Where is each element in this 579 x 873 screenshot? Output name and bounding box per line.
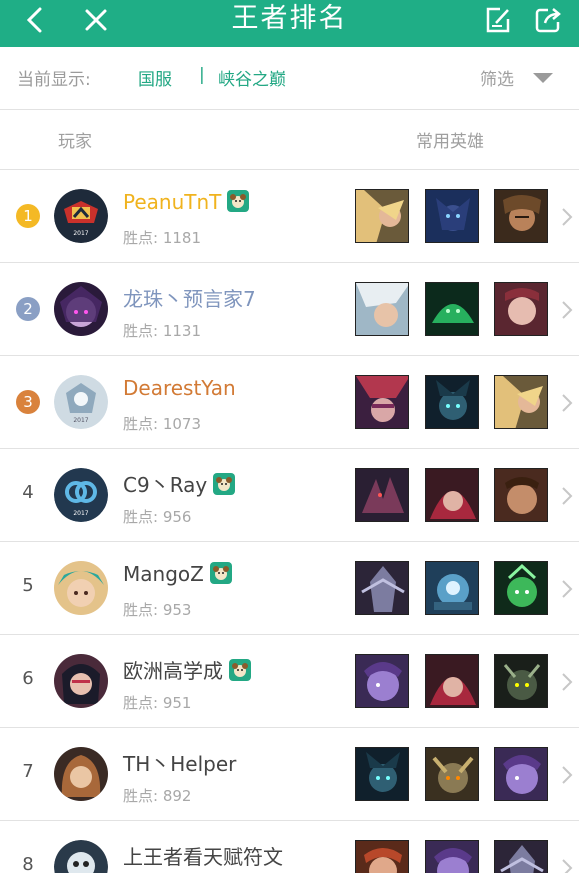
hero-portrait[interactable] xyxy=(425,468,479,522)
avatar: 2017 xyxy=(54,189,108,243)
hero-portrait[interactable] xyxy=(425,561,479,615)
hero-portrait[interactable] xyxy=(355,840,409,873)
column-headers: 玩家 常用英雄 xyxy=(0,110,579,170)
rank-number: 5 xyxy=(22,575,34,596)
rank-number: 8 xyxy=(22,854,34,873)
player-name[interactable]: C9丶Ray xyxy=(123,469,236,498)
win-points: 胜点: 956 xyxy=(123,508,192,526)
hero-portrait[interactable] xyxy=(425,189,479,243)
avatar: 2017 xyxy=(54,375,108,429)
hero-portrait[interactable] xyxy=(355,654,409,708)
hero-portrait[interactable] xyxy=(355,747,409,801)
hero-portrait[interactable] xyxy=(494,747,548,801)
svg-text:2017: 2017 xyxy=(73,230,88,237)
avatar xyxy=(54,840,108,873)
rank-number: 6 xyxy=(22,668,34,689)
rank-badge: 3 xyxy=(16,390,40,414)
svg-text:2017: 2017 xyxy=(73,417,88,424)
rank-badge: 1 xyxy=(16,204,40,228)
ranking-row[interactable]: 3 2017 DearestYan 胜点: 1073 xyxy=(0,356,579,449)
ranking-row[interactable]: 5 MangoZ 胜点: 953 xyxy=(0,542,579,635)
chevron-right-icon[interactable] xyxy=(561,858,573,873)
avatar: 2017 xyxy=(54,468,108,522)
heroes-column-header: 常用英雄 xyxy=(416,132,484,152)
hero-portrait[interactable] xyxy=(355,375,409,429)
ranking-row[interactable]: 4 2017 C9丶Ray 胜点: 956 xyxy=(0,449,579,542)
hero-portrait[interactable] xyxy=(355,282,409,336)
hero-portrait[interactable] xyxy=(494,375,548,429)
hero-portrait[interactable] xyxy=(425,654,479,708)
chevron-right-icon[interactable] xyxy=(561,300,573,320)
win-points: 胜点: 892 xyxy=(123,787,192,805)
share-button[interactable] xyxy=(528,0,568,40)
player-column-header: 玩家 xyxy=(58,132,92,152)
top-bar: 王者排名 xyxy=(0,0,579,47)
rank-number: 4 xyxy=(22,482,34,503)
pet-badge-icon xyxy=(229,659,251,681)
rank-badge: 2 xyxy=(16,297,40,321)
avatar xyxy=(54,747,108,801)
pet-badge-icon xyxy=(227,190,250,212)
svg-text:2017: 2017 xyxy=(73,510,88,517)
ranking-row[interactable]: 8 上王者看天赋符文 xyxy=(0,821,579,873)
player-name[interactable]: PeanuTnT xyxy=(123,190,250,214)
ranking-row[interactable]: 2 龙珠丶预言家7 胜点: 1131 xyxy=(0,263,579,356)
server-option[interactable]: 国服 xyxy=(138,65,172,90)
ranking-row[interactable]: 7 TH丶Helper 胜点: 892 xyxy=(0,728,579,821)
chevron-right-icon[interactable] xyxy=(561,207,573,227)
win-points: 胜点: 951 xyxy=(123,694,192,712)
edit-button[interactable] xyxy=(478,0,518,40)
filter-button[interactable]: 筛选 xyxy=(480,65,514,90)
player-name[interactable]: MangoZ xyxy=(123,562,232,586)
pet-badge-icon xyxy=(209,562,232,584)
hero-portrait[interactable] xyxy=(425,747,479,801)
hero-portrait[interactable] xyxy=(355,189,409,243)
hero-portrait[interactable] xyxy=(425,282,479,336)
filter-separator: | xyxy=(199,65,205,85)
win-points: 胜点: 1131 xyxy=(123,322,201,340)
ranking-row[interactable]: 6 欧洲高学成 胜点: 951 xyxy=(0,635,579,728)
pet-badge-icon xyxy=(213,473,236,495)
caret-down-icon[interactable] xyxy=(533,73,553,83)
hero-portrait[interactable] xyxy=(425,375,479,429)
win-points: 胜点: 953 xyxy=(123,601,192,619)
chevron-right-icon[interactable] xyxy=(561,486,573,506)
rank-number: 7 xyxy=(22,761,34,782)
avatar xyxy=(54,282,108,336)
win-points: 胜点: 1073 xyxy=(123,415,201,433)
player-name[interactable]: 上王者看天赋符文 xyxy=(123,841,283,870)
chevron-right-icon[interactable] xyxy=(561,765,573,785)
player-name[interactable]: 龙珠丶预言家7 xyxy=(123,283,256,312)
current-display-label: 当前显示: xyxy=(17,70,91,90)
hero-portrait[interactable] xyxy=(494,654,548,708)
avatar xyxy=(54,561,108,615)
chevron-right-icon[interactable] xyxy=(561,393,573,413)
hero-portrait[interactable] xyxy=(494,282,548,336)
filter-bar: 当前显示: 国服 | 峡谷之巅 筛选 xyxy=(0,47,579,110)
win-points: 胜点: 1181 xyxy=(123,229,201,247)
hero-portrait[interactable] xyxy=(355,561,409,615)
chevron-right-icon[interactable] xyxy=(561,579,573,599)
hero-portrait[interactable] xyxy=(494,468,548,522)
player-name[interactable]: DearestYan xyxy=(123,376,236,400)
map-option[interactable]: 峡谷之巅 xyxy=(218,65,286,90)
hero-portrait[interactable] xyxy=(355,468,409,522)
hero-portrait[interactable] xyxy=(494,840,548,873)
share-icon xyxy=(535,8,561,33)
edit-icon xyxy=(486,7,510,33)
chevron-right-icon[interactable] xyxy=(561,672,573,692)
player-name[interactable]: 欧洲高学成 xyxy=(123,655,251,684)
avatar xyxy=(54,654,108,708)
player-name[interactable]: TH丶Helper xyxy=(123,748,236,777)
hero-portrait[interactable] xyxy=(425,840,479,873)
hero-portrait[interactable] xyxy=(494,189,548,243)
hero-portrait[interactable] xyxy=(494,561,548,615)
ranking-row[interactable]: 1 2017 PeanuTnT 胜点: 1181 xyxy=(0,170,579,263)
